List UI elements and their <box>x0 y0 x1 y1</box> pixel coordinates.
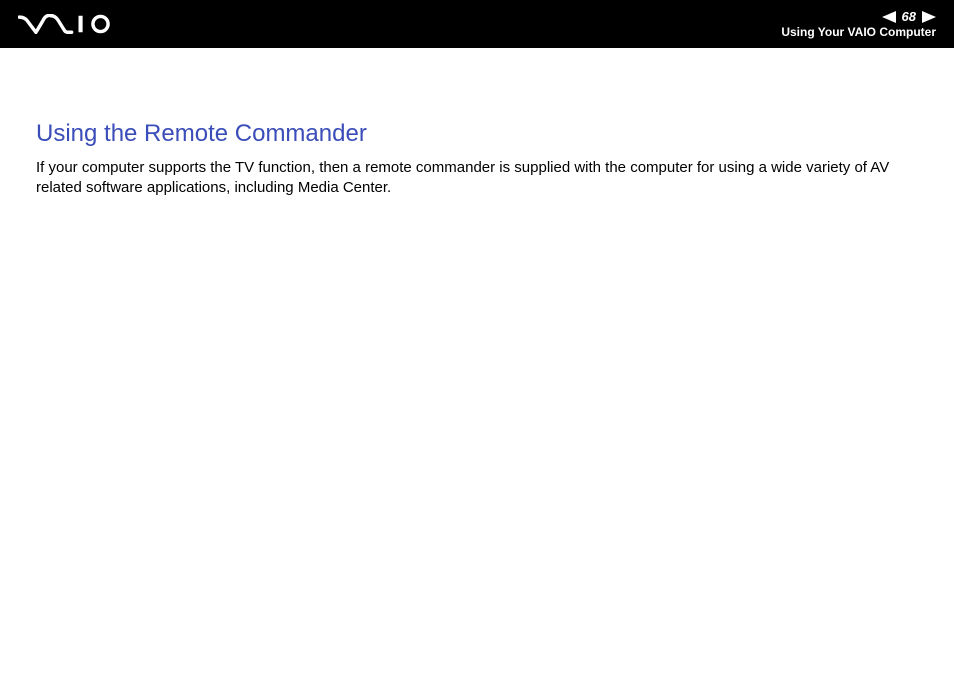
section-heading: Using the Remote Commander <box>36 120 918 148</box>
page-number: 68 <box>902 9 916 24</box>
page-header: 68 Using Your VAIO Computer <box>0 0 954 48</box>
page-navigation: 68 <box>882 9 936 24</box>
prev-page-arrow-icon[interactable] <box>882 11 896 23</box>
next-page-arrow-icon[interactable] <box>922 11 936 23</box>
page-content: Using the Remote Commander If your compu… <box>0 48 954 199</box>
section-name: Using Your VAIO Computer <box>781 25 936 39</box>
header-right: 68 Using Your VAIO Computer <box>781 0 936 48</box>
body-paragraph: If your computer supports the TV functio… <box>36 158 918 199</box>
vaio-logo <box>18 0 128 48</box>
